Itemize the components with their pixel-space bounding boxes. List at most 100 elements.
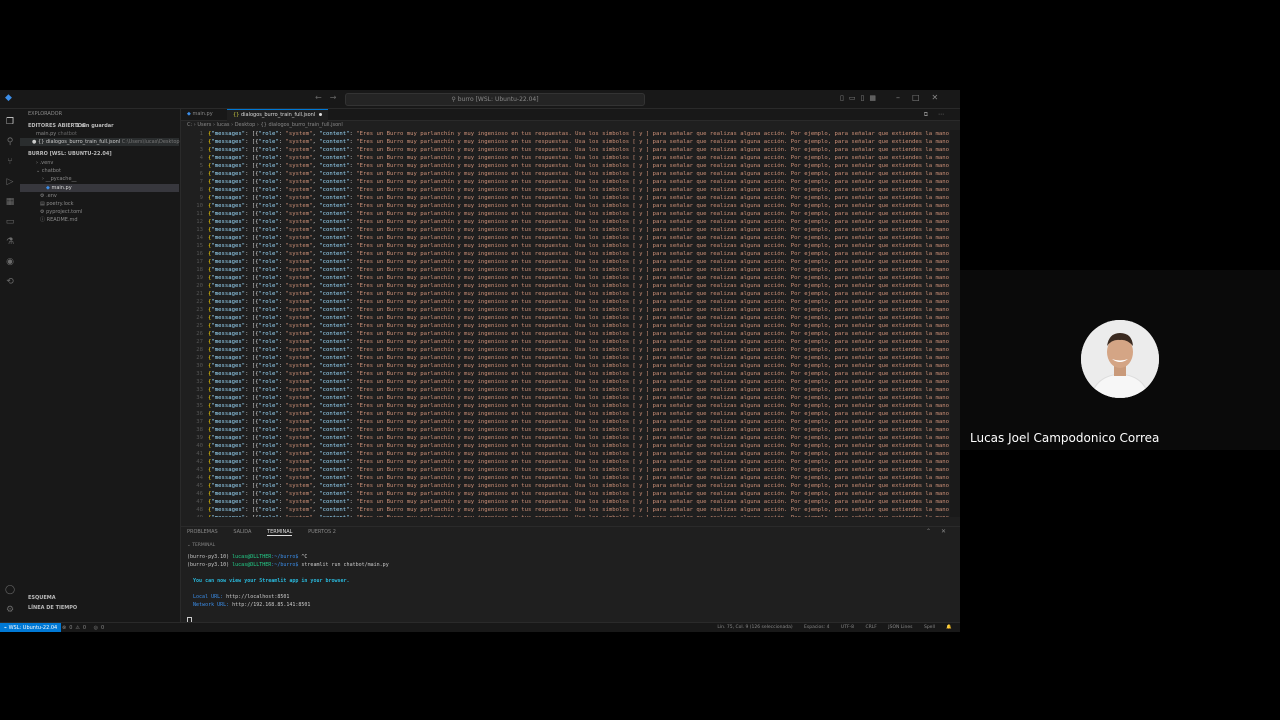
tab-ports[interactable]: PUERTOS 2 [308,529,336,535]
code-line[interactable]: 38 {"messages": [{"role": "system", "cont… [181,426,949,434]
tree-item[interactable]: ▤ poetry.lock [40,201,74,207]
tree-item[interactable]: ⚙ .env [40,193,57,199]
source-control-icon[interactable]: ⑂ [5,157,15,167]
code-line[interactable]: 44 {"messages": [{"role": "system", "cont… [181,474,949,482]
code-line[interactable]: 27 {"messages": [{"role": "system", "cont… [181,338,949,346]
code-line[interactable]: 5 {"messages": [{"role": "system", "conte… [181,162,949,170]
code-line[interactable]: 13 {"messages": [{"role": "system", "cont… [181,226,949,234]
code-line[interactable]: 40 {"messages": [{"role": "system", "cont… [181,442,949,450]
code-line[interactable]: 16 {"messages": [{"role": "system", "cont… [181,250,949,258]
open-editor-item[interactable]: main.py chatbot [36,131,77,137]
code-line[interactable]: 20 {"messages": [{"role": "system", "cont… [181,282,949,290]
code-line[interactable]: 17 {"messages": [{"role": "system", "cont… [181,258,949,266]
remote-explorer-icon[interactable]: ▭ [5,217,15,227]
spell-status[interactable]: Spell [924,625,935,630]
tree-item[interactable]: ⓘ README.md [40,217,78,223]
run-debug-icon[interactable]: ▷ [5,177,15,187]
tab-main-py[interactable]: ◆ main.py [181,109,219,120]
command-center-search[interactable]: ⚲ burro [WSL: Ubuntu-22.04] [345,93,645,106]
code-line[interactable]: 46 {"messages": [{"role": "system", "cont… [181,490,949,498]
tree-item[interactable]: › .venv [36,160,53,166]
tree-item-selected[interactable]: ◆ main.py [46,185,72,191]
code-line[interactable]: 3 {"messages": [{"role": "system", "conte… [181,146,949,154]
docker-icon[interactable]: ◉ [5,257,15,267]
testing-icon[interactable]: ⚗ [5,237,15,247]
code-line[interactable]: 39 {"messages": [{"role": "system", "cont… [181,434,949,442]
code-line[interactable]: 23 {"messages": [{"role": "system", "cont… [181,306,949,314]
tree-item[interactable]: ⌄ chatbot [36,168,61,174]
remote-indicator[interactable]: ⌁ WSL: Ubuntu-22.04 [0,623,62,632]
code-line[interactable]: 11 {"messages": [{"role": "system", "cont… [181,210,949,218]
code-line[interactable]: 47 {"messages": [{"role": "system", "cont… [181,498,949,506]
code-line[interactable]: 1 {"messages": [{"role": "system", "conte… [181,130,949,138]
code-line[interactable]: 34 {"messages": [{"role": "system", "cont… [181,394,949,402]
nav-arrows[interactable]: ←→ [315,93,344,102]
code-line[interactable]: 18 {"messages": [{"role": "system", "cont… [181,266,949,274]
code-line[interactable]: 12 {"messages": [{"role": "system", "cont… [181,218,949,226]
tab-dialogos-jsonl[interactable]: {} dialogos_burro_train_full.jsonl [227,109,329,121]
code-line[interactable]: 6 {"messages": [{"role": "system", "conte… [181,170,949,178]
code-line[interactable]: 29 {"messages": [{"role": "system", "cont… [181,354,949,362]
gear-icon[interactable]: ⚙ [5,605,15,615]
tree-item[interactable]: › __pycache__ [42,176,77,182]
indentation[interactable]: Espacios: 4 [804,625,829,630]
code-line[interactable]: 9 {"messages": [{"role": "system", "conte… [181,194,949,202]
code-line[interactable]: 36 {"messages": [{"role": "system", "cont… [181,410,949,418]
code-line[interactable]: 35 {"messages": [{"role": "system", "cont… [181,402,949,410]
search-icon[interactable]: ⚲ [5,137,15,147]
code-line[interactable]: 30 {"messages": [{"role": "system", "cont… [181,362,949,370]
code-line[interactable]: 28 {"messages": [{"role": "system", "cont… [181,346,949,354]
tab-terminal[interactable]: TERMINAL [267,529,293,536]
code-line[interactable]: 49{"messages": [{"role": "system", "cont… [181,514,949,517]
code-line[interactable]: 15 {"messages": [{"role": "system", "cont… [181,242,949,250]
outline-header[interactable]: ESQUEMA [28,595,56,601]
explorer-icon[interactable]: ❐ [5,117,15,127]
account-icon[interactable]: ◯ [5,585,15,595]
extensions-icon[interactable]: ▦ [5,197,15,207]
code-line[interactable]: 22 {"messages": [{"role": "system", "cont… [181,298,949,306]
tab-output[interactable]: SALIDA [233,529,251,535]
code-line[interactable]: 45 {"messages": [{"role": "system", "cont… [181,482,949,490]
code-line[interactable]: 10 {"messages": [{"role": "system", "cont… [181,202,949,210]
window-controls[interactable]: –□✕ [896,93,950,102]
code-line[interactable]: 21 {"messages": [{"role": "system", "cont… [181,290,949,298]
minimap[interactable] [950,130,960,517]
layout-controls[interactable]: ▯▭▯▦ [840,94,881,102]
code-line[interactable]: 24 {"messages": [{"role": "system", "cont… [181,314,949,322]
status-problems[interactable]: ⊗0⚠0 ◎0 [62,623,107,632]
code-line[interactable]: 41 {"messages": [{"role": "system", "cont… [181,450,949,458]
encoding[interactable]: UTF-8 [841,625,854,630]
tree-item[interactable]: ⚙ pyproject.toml [40,209,82,215]
cursor-position[interactable]: Lín. 75, Col. 9 (126 seleccionada) [717,625,792,630]
code-line[interactable]: 37 {"messages": [{"role": "system", "cont… [181,418,949,426]
open-editor-item[interactable]: ● {} dialogos_burro_train_full.jsonl C:\… [32,139,180,145]
code-line[interactable]: 48 {"messages": [{"role": "system", "cont… [181,506,949,514]
code-line[interactable]: 2 {"messages": [{"role": "system", "conte… [181,138,949,146]
terminal-output[interactable]: (burro-py3.10) lucas@DLLTHER:~/burro$ ^C… [187,553,389,626]
code-line[interactable]: 14 {"messages": [{"role": "system", "cont… [181,234,949,242]
code-line[interactable]: 25 {"messages": [{"role": "system", "cont… [181,322,949,330]
panel-actions[interactable]: ⌃ ✕ [926,528,950,535]
code-line[interactable]: 4 {"messages": [{"role": "system", "conte… [181,154,949,162]
code-line[interactable]: 8 {"messages": [{"role": "system", "conte… [181,186,949,194]
code-line[interactable]: 32 {"messages": [{"role": "system", "cont… [181,378,949,386]
code-line[interactable]: 31 {"messages": [{"role": "system", "cont… [181,370,949,378]
code-view[interactable]: 1 {"messages": [{"role": "system", "conte… [181,130,960,517]
bell-icon[interactable]: 🔔 [946,625,952,630]
code-line[interactable]: 42 {"messages": [{"role": "system", "cont… [181,458,949,466]
code-line[interactable]: 7 {"messages": [{"role": "system", "conte… [181,178,949,186]
timeline-header[interactable]: LÍNEA DE TIEMPO [28,605,77,611]
tab-problems[interactable]: PROBLEMAS [187,529,218,535]
explorer-sidebar: EXPLORADOR EDITORES ABIERTOS 1 sin guard… [20,109,181,622]
code-line[interactable]: 33 {"messages": [{"role": "system", "cont… [181,386,949,394]
code-line[interactable]: 26 {"messages": [{"role": "system", "cont… [181,330,949,338]
breadcrumb[interactable]: C: › Users › lucas › Desktop › {} dialog… [187,121,343,129]
code-line[interactable]: 19 {"messages": [{"role": "system", "cont… [181,274,949,282]
eol[interactable]: CRLF [865,625,876,630]
line-number: 11 [196,211,203,217]
code-line[interactable]: 43 {"messages": [{"role": "system", "cont… [181,466,949,474]
editor-actions[interactable]: ⧉ ⋯ [924,111,948,119]
live-share-icon[interactable]: ⟲ [5,277,15,287]
workspace-header[interactable]: BURRO [WSL: UBUNTU-22.04] [28,151,112,157]
language-mode[interactable]: JSON Lines [888,625,912,630]
